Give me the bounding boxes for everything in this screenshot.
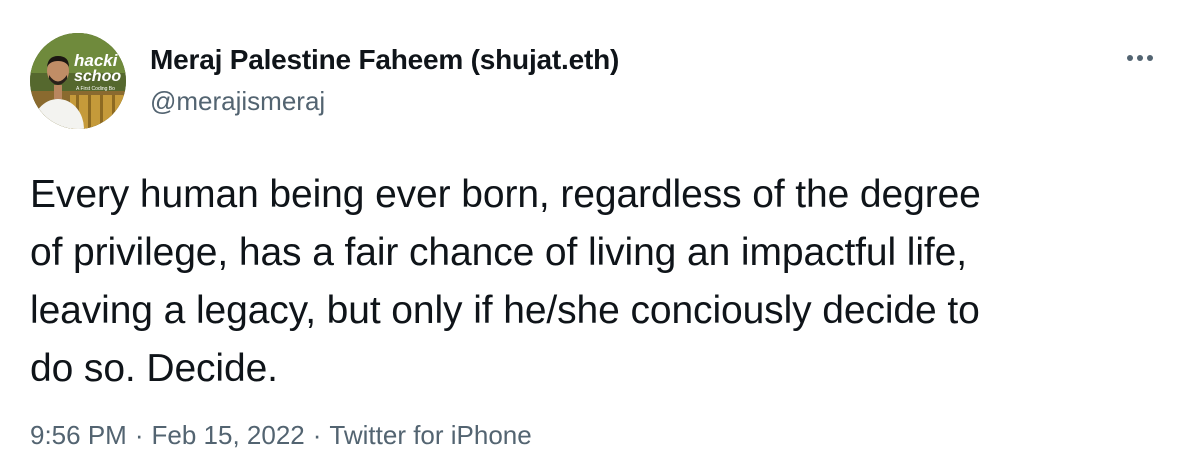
avatar-image: hacki schoo A First Coding Bo [30,33,126,129]
avatar-sign-text: A First Coding Bo [76,86,115,92]
avatar[interactable]: hacki schoo A First Coding Bo [30,33,126,129]
ellipsis-icon [1127,55,1153,61]
tweet-time[interactable]: 9:56 PM [30,420,127,450]
author-display-name[interactable]: Meraj Palestine Faheem (shujat.eth) [150,44,619,76]
meta-separator: · [134,420,144,450]
tweet-card: hacki schoo A First Coding Bo Meraj Pale… [0,0,1192,468]
tweet-text-line: leaving a legacy, but only if he/she con… [30,289,980,332]
meta-separator: · [312,420,322,450]
author-handle[interactable]: @merajismeraj [150,86,325,117]
tweet-text-line: Every human being ever born, regardless … [30,173,981,216]
tweet-text-line: do so. Decide. [30,347,278,390]
more-options-button[interactable] [1120,42,1164,74]
tweet-metadata: 9:56 PM · Feb 15, 2022 · Twitter for iPhone [30,420,532,451]
tweet-source[interactable]: Twitter for iPhone [329,420,531,450]
tweet-text-line: of privilege, has a fair chance of livin… [30,231,967,274]
tweet-date[interactable]: Feb 15, 2022 [152,420,305,450]
tweet-text: Every human being ever born, regardless … [30,166,1170,398]
avatar-sign-text: schoo [74,68,121,85]
